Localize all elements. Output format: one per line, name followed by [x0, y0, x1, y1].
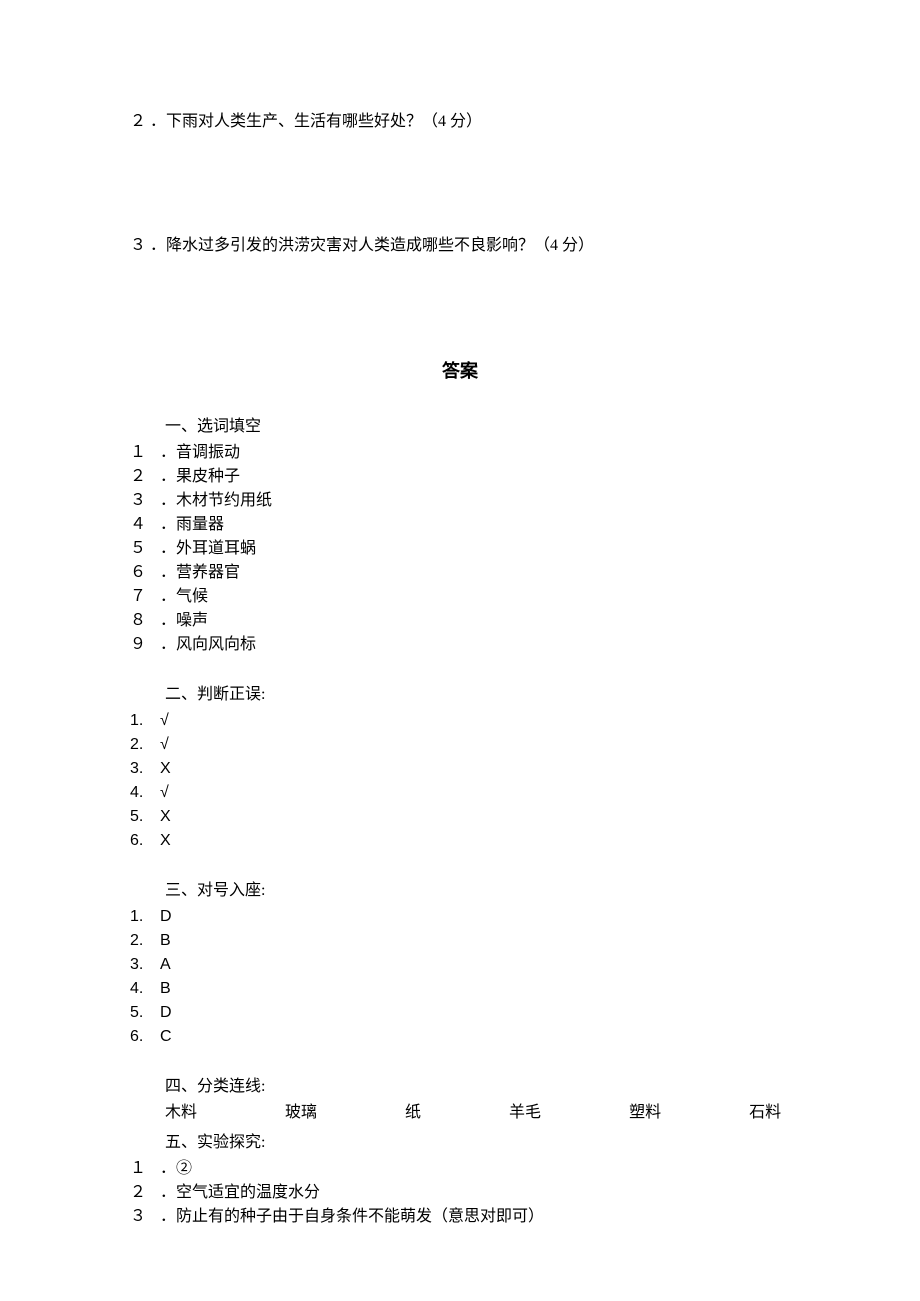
section2-item-6: 6. X: [130, 829, 790, 853]
question-3-text: ．降水过多引发的洪涝灾害对人类造成哪些不良影响？（4 分）: [150, 237, 594, 254]
answer-text: ．风向风向标: [160, 633, 790, 657]
answer-text: ．木材节约用纸: [160, 489, 790, 513]
section1-heading: 一、选词填空: [165, 415, 790, 439]
answer-text: C: [160, 1025, 172, 1049]
section3-item-1: 1. D: [130, 905, 790, 929]
answer-text: A: [160, 953, 171, 977]
answer-num: ２: [130, 465, 160, 489]
answer-text: D: [160, 905, 172, 929]
section3-item-3: 3. A: [130, 953, 790, 977]
answer-text: X: [160, 805, 171, 829]
section5-heading: 五、实验探究:: [165, 1131, 790, 1155]
section2-item-2: 2. √: [130, 733, 790, 757]
question-2-num: ２: [130, 113, 146, 130]
section2-item-4: 4. √: [130, 781, 790, 805]
answer-text: ．外耳道耳蜗: [160, 537, 790, 561]
answer-num: 1.: [130, 905, 160, 929]
answer-num: 6.: [130, 829, 160, 853]
answer-num: 4.: [130, 977, 160, 1001]
answer-num: 4.: [130, 781, 160, 805]
answer-num: ７: [130, 585, 160, 609]
answer-num: ３: [130, 489, 160, 513]
answer-num: １: [130, 1157, 160, 1181]
answer-num: ６: [130, 561, 160, 585]
answer-num: 5.: [130, 1001, 160, 1025]
section1-item-8: ８ ．噪声: [130, 609, 790, 633]
section3-item-2: 2. B: [130, 929, 790, 953]
answer-text: ．防止有的种子由于自身条件不能萌发（意思对即可）: [160, 1205, 790, 1229]
answer-text: B: [160, 929, 171, 953]
answer-num: 5.: [130, 805, 160, 829]
answer-num: ４: [130, 513, 160, 537]
answer-num: 3.: [130, 953, 160, 977]
section2-item-5: 5. X: [130, 805, 790, 829]
section4-item-5: 塑料: [629, 1101, 661, 1125]
answer-text: √: [160, 733, 169, 757]
section3-item-6: 6. C: [130, 1025, 790, 1049]
section1-item-3: ３ ．木材节约用纸: [130, 489, 790, 513]
section2-item-1: 1. √: [130, 709, 790, 733]
answer-num: 2.: [130, 733, 160, 757]
section1-item-7: ７ ．气候: [130, 585, 790, 609]
answer-num: ９: [130, 633, 160, 657]
question-3-num: ３: [130, 237, 146, 254]
answer-num: ２: [130, 1181, 160, 1205]
section2-item-3: 3. X: [130, 757, 790, 781]
answer-text: √: [160, 781, 169, 805]
section1-item-4: ４ ．雨量器: [130, 513, 790, 537]
question-3: ３ ．降水过多引发的洪涝灾害对人类造成哪些不良影响？（4 分）: [130, 234, 790, 258]
answer-title: 答案: [130, 358, 790, 385]
question-2-text: ．下雨对人类生产、生活有哪些好处？（4 分）: [150, 113, 482, 130]
answer-text: ．②: [160, 1157, 790, 1181]
answer-text: D: [160, 1001, 172, 1025]
answer-num: 3.: [130, 757, 160, 781]
answer-num: 6.: [130, 1025, 160, 1049]
section4-heading: 四、分类连线:: [165, 1075, 790, 1099]
section4-item-1: 木料: [165, 1101, 197, 1125]
answer-num: ８: [130, 609, 160, 633]
answer-text: ．噪声: [160, 609, 790, 633]
answer-text: X: [160, 757, 171, 781]
answer-num: ５: [130, 537, 160, 561]
section5-item-1: １ ．②: [130, 1157, 790, 1181]
answer-text: ．营养器官: [160, 561, 790, 585]
answer-text: ．音调振动: [160, 441, 790, 465]
section1-item-2: ２ ．果皮种子: [130, 465, 790, 489]
answer-num: １: [130, 441, 160, 465]
answer-text: B: [160, 977, 171, 1001]
section1-item-5: ５ ．外耳道耳蜗: [130, 537, 790, 561]
section4-item-6: 石料: [749, 1101, 781, 1125]
section2-heading: 二、判断正误:: [165, 683, 790, 707]
answer-text: ．果皮种子: [160, 465, 790, 489]
section5-item-3: ３ ．防止有的种子由于自身条件不能萌发（意思对即可）: [130, 1205, 790, 1229]
answer-text: √: [160, 709, 169, 733]
section4-row: 木料 玻璃 纸 羊毛 塑料 石料: [165, 1101, 790, 1125]
question-2: ２ ．下雨对人类生产、生活有哪些好处？（4 分）: [130, 110, 790, 134]
section3-heading: 三、对号入座:: [165, 879, 790, 903]
section4-item-3: 纸: [405, 1101, 421, 1125]
answer-text: ．气候: [160, 585, 790, 609]
section1-item-9: ９ ．风向风向标: [130, 633, 790, 657]
answer-num: 2.: [130, 929, 160, 953]
answer-text: ．空气适宜的温度水分: [160, 1181, 790, 1205]
answer-num: 1.: [130, 709, 160, 733]
section1-item-6: ６ ．营养器官: [130, 561, 790, 585]
section4-item-2: 玻璃: [285, 1101, 317, 1125]
section5-item-2: ２ ．空气适宜的温度水分: [130, 1181, 790, 1205]
answer-text: X: [160, 829, 171, 853]
section3-item-4: 4. B: [130, 977, 790, 1001]
section1-item-1: １ ．音调振动: [130, 441, 790, 465]
section4-item-4: 羊毛: [509, 1101, 541, 1125]
section3-item-5: 5. D: [130, 1001, 790, 1025]
answer-num: ３: [130, 1205, 160, 1229]
answer-text: ．雨量器: [160, 513, 790, 537]
